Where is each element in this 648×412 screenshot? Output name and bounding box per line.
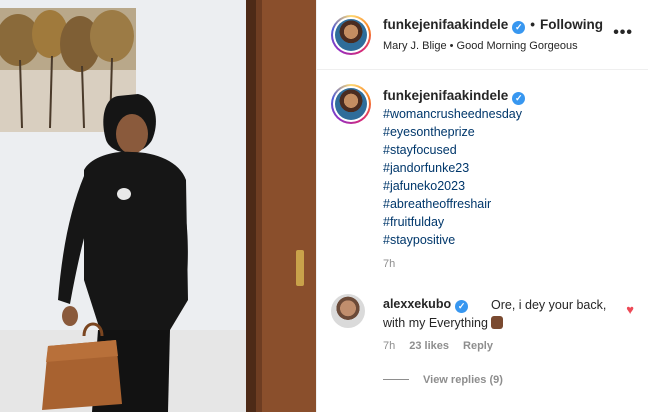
hashtag-link[interactable]: #jafuneko2023 <box>383 177 522 195</box>
music-track-link[interactable]: Mary J. Blige • Good Morning Gorgeous <box>383 40 578 52</box>
hashtag-link[interactable]: #stayfocused <box>383 141 522 159</box>
verified-badge-icon: ✓ <box>455 300 469 313</box>
comment-meta: 7h 23 likes Reply <box>383 340 507 352</box>
caption-avatar[interactable] <box>331 84 371 124</box>
author-line: funkejenifaakindele ✓ • Following <box>383 17 603 34</box>
author-avatar[interactable] <box>331 15 371 55</box>
hashtag-link[interactable]: #eyesontheprize <box>383 123 522 141</box>
caption-timestamp: 7h <box>383 258 396 270</box>
hashtag-link[interactable]: #fruitfulday <box>383 213 522 231</box>
author-username[interactable]: funkejenifaakindele <box>383 17 508 32</box>
commenter-avatar[interactable] <box>331 294 365 328</box>
commenter-line: alexxekubo ✓ <box>383 297 469 313</box>
door-frame <box>246 0 316 412</box>
hands-emoji-icon <box>490 316 503 329</box>
following-button[interactable]: Following <box>540 17 603 32</box>
caption-author: funkejenifaakindele ✓ <box>383 88 526 105</box>
post-panel: funkejenifaakindele ✓ • Following Mary J. B… <box>316 0 648 412</box>
hashtag-link[interactable]: #staypositive <box>383 231 522 249</box>
verified-badge-icon: ✓ <box>512 21 526 34</box>
post-media[interactable] <box>0 0 316 412</box>
comment-timestamp: 7h <box>383 340 396 352</box>
commenter-username[interactable]: alexxekubo <box>383 297 451 311</box>
reply-button[interactable]: Reply <box>463 340 493 352</box>
post-photo <box>0 0 316 412</box>
more-options-icon[interactable]: ••• <box>613 24 633 42</box>
separator-dot: • <box>530 17 536 32</box>
verified-badge-icon: ✓ <box>512 92 526 105</box>
caption-username[interactable]: funkejenifaakindele <box>383 88 508 103</box>
comment-likes-count[interactable]: 23 likes <box>409 340 449 352</box>
replies-divider <box>383 379 409 380</box>
view-replies-label[interactable]: View replies (9) <box>423 374 503 386</box>
caption-hashtags: #womancrusheednesday #eyesontheprize #st… <box>383 105 522 249</box>
post-header: funkejenifaakindele ✓ • Following Mary J. B… <box>317 0 648 70</box>
hashtag-link[interactable]: #jandorfunke23 <box>383 159 522 177</box>
view-replies-button[interactable]: View replies (9) <box>383 374 503 386</box>
hashtag-link[interactable]: #womancrusheednesday <box>383 105 522 123</box>
hashtag-link[interactable]: #abreatheoffreshair <box>383 195 522 213</box>
like-comment-heart-icon[interactable]: ♥ <box>626 302 634 317</box>
